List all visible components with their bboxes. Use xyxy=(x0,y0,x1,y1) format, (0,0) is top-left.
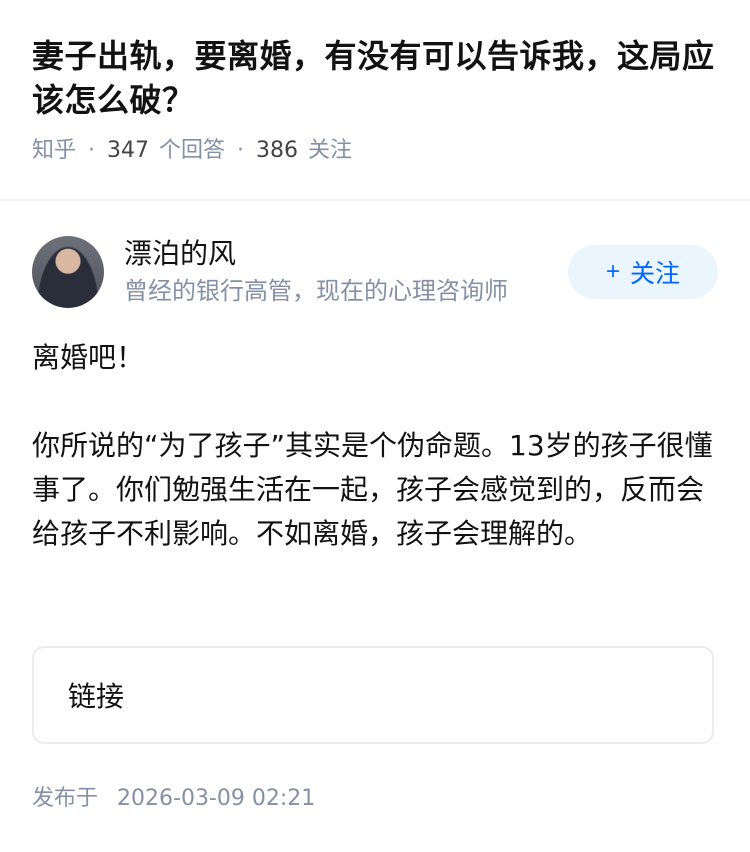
avatar[interactable] xyxy=(32,236,104,308)
answer-paragraph: 你所说的“为了孩子”其实是个伪命题。13岁的孩子很懂事了。你们勉强生活在一起，孩… xyxy=(32,429,713,550)
question-meta: 知乎 · 347 个回答 · 386 关注 xyxy=(32,136,718,166)
followers-label[interactable]: 关注 xyxy=(308,136,352,166)
author-name[interactable]: 漂泊的风 xyxy=(124,237,568,271)
link-card-label: 链接 xyxy=(68,680,125,713)
answer-paragraph: 离婚吧！ xyxy=(32,341,145,374)
answers-label[interactable]: 个回答 xyxy=(159,136,225,166)
answer-content: 离婚吧！ 你所说的“为了孩子”其实是个伪命题。13岁的孩子很懂事了。你们勉强生活… xyxy=(32,336,718,556)
section-divider xyxy=(0,199,750,201)
source-label[interactable]: 知乎 xyxy=(32,136,76,166)
author-info: 漂泊的风 曾经的银行高管，现在的心理咨询师 xyxy=(124,237,568,307)
author-row: 漂泊的风 曾经的银行高管，现在的心理咨询师 + 关注 xyxy=(32,236,718,308)
author-bio: 曾经的银行高管，现在的心理咨询师 xyxy=(124,277,508,305)
plus-icon: + xyxy=(605,258,620,285)
publish-datetime: 2026-03-09 02:21 xyxy=(117,786,316,811)
question-header: 妻子出轨，要离婚，有没有可以告诉我，这局应该怎么破？ 知乎 · 347 个回答 … xyxy=(0,0,750,166)
meta-separator: · xyxy=(88,138,96,163)
link-card[interactable]: 链接 xyxy=(32,646,714,744)
follow-button-label: 关注 xyxy=(630,260,681,288)
publish-info: 发布于 2026-03-09 02:21 xyxy=(32,784,315,814)
answers-count: 347 xyxy=(107,138,150,163)
publish-label: 发布于 xyxy=(32,786,99,811)
follow-button[interactable]: + 关注 xyxy=(568,245,718,299)
meta-separator: · xyxy=(237,138,245,163)
question-title[interactable]: 妻子出轨，要离婚，有没有可以告诉我，这局应该怎么破？ xyxy=(32,34,718,122)
followers-count: 386 xyxy=(256,138,299,163)
